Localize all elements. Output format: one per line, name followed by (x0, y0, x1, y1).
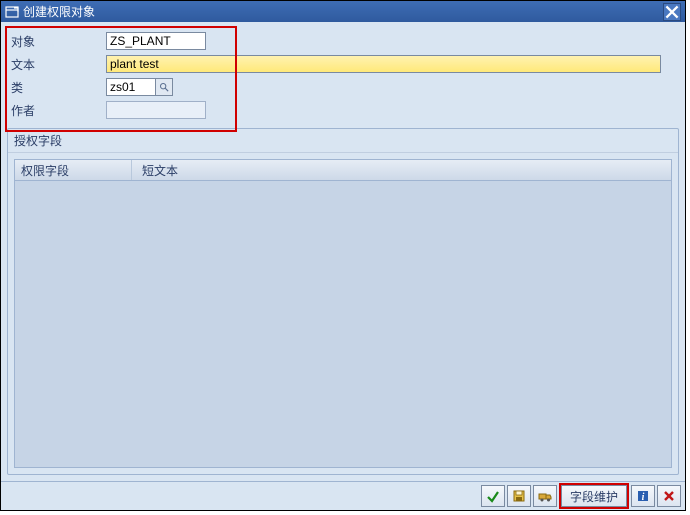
dialog-title: 创建权限对象 (23, 3, 663, 20)
label-text: 文本 (7, 56, 106, 73)
ok-button[interactable] (481, 485, 505, 507)
input-text[interactable] (106, 55, 661, 73)
input-author (106, 101, 206, 119)
input-class[interactable] (106, 78, 156, 96)
close-button[interactable] (663, 3, 681, 21)
column-header-shorttext: 短文本 (132, 162, 671, 179)
input-object[interactable] (106, 32, 206, 50)
field-table: 权限字段 短文本 (14, 159, 672, 468)
save-button[interactable] (507, 485, 531, 507)
field-maintenance-button[interactable]: 字段维护 (561, 485, 627, 507)
label-author: 作者 (7, 102, 106, 119)
group-auth-fields: 授权字段 权限字段 短文本 (7, 128, 679, 475)
label-object: 对象 (7, 33, 106, 50)
save-icon (512, 489, 526, 503)
svg-text:i: i (642, 492, 645, 503)
table-header-row: 权限字段 短文本 (15, 160, 671, 181)
cancel-button[interactable] (657, 485, 681, 507)
field-maintenance-label: 字段维护 (570, 488, 618, 505)
search-help-icon (159, 82, 169, 92)
form-area: 对象 文本 类 作者 (7, 28, 679, 128)
cancel-icon (662, 489, 676, 503)
transport-button[interactable] (533, 485, 557, 507)
close-icon (665, 5, 679, 19)
label-class: 类 (7, 79, 106, 96)
dialog-body: 对象 文本 类 作者 授权字段 (1, 22, 685, 481)
titlebar: 创建权限对象 (1, 1, 685, 22)
search-help-button[interactable] (155, 78, 173, 96)
sap-window-icon (5, 5, 19, 19)
group-title: 授权字段 (8, 129, 678, 153)
info-button[interactable]: i (631, 485, 655, 507)
truck-icon (538, 489, 552, 503)
info-icon: i (636, 489, 650, 503)
column-header-field: 权限字段 (15, 160, 132, 180)
annotation-highlight-footer: 字段维护 (559, 483, 629, 509)
footer-toolbar: 字段维护 i (1, 481, 685, 510)
dialog-window: 创建权限对象 对象 文本 类 作者 (0, 0, 686, 511)
check-icon (486, 489, 500, 503)
